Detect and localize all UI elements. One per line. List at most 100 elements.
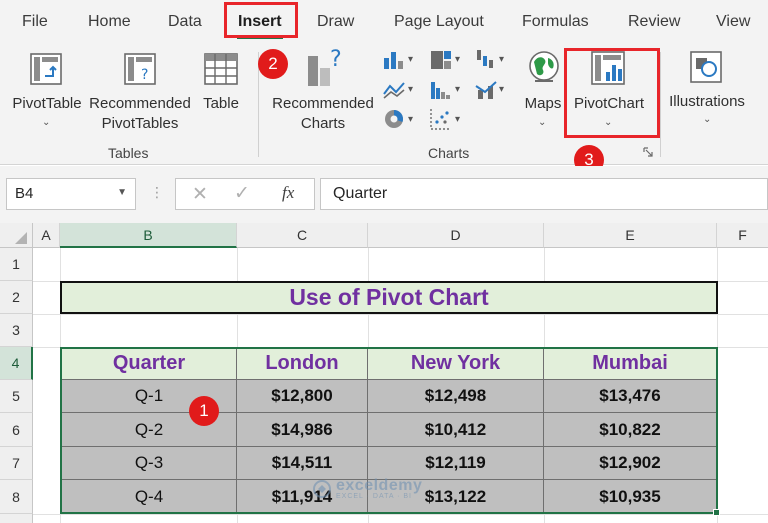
enter-icon[interactable]: ✓ (234, 182, 250, 205)
tab-view[interactable]: View (716, 13, 750, 31)
table-header-cell[interactable]: Quarter (62, 347, 237, 380)
chevron-down-icon: ▾ (499, 54, 505, 65)
combo-chart-icon (475, 81, 497, 99)
sheet-title[interactable]: Use of Pivot Chart (60, 281, 718, 314)
formula-controls: ✕ ✓ fx (175, 178, 315, 210)
illustrations-label: Illustrations (669, 93, 745, 110)
ribbon-tab-bar: File Home Data Insert Draw Page Layout F… (0, 0, 768, 42)
column-header-b[interactable]: B (60, 223, 237, 248)
table-cell[interactable]: $12,902 (544, 447, 717, 480)
table-cell[interactable]: $10,822 (544, 413, 717, 447)
exceldemy-watermark: exceldemy EXCEL · DATA · BI (313, 478, 422, 500)
recommended-pivottables-label-2: PivotTables (101, 115, 179, 132)
svg-text:?: ? (330, 48, 342, 72)
table-cell[interactable]: Q-3 (62, 447, 237, 480)
column-header-d[interactable]: D (368, 223, 544, 248)
gridline (33, 314, 768, 315)
step-marker-2: 2 (258, 49, 288, 79)
hierarchy-chart-icon (431, 51, 451, 69)
worksheet-grid: A B C D E F 1 2 3 4 5 6 7 8 Use of Pivot… (0, 223, 768, 523)
waterfall-chart-icon (477, 50, 493, 68)
gridline (33, 514, 768, 515)
column-header-e[interactable]: E (544, 223, 717, 248)
recommended-charts-icon: ? (308, 48, 342, 86)
recommended-pivottables-label-1: Recommended (89, 95, 191, 112)
pivotchart-highlight (564, 48, 660, 138)
watermark-tagline: EXCEL · DATA · BI (336, 493, 412, 500)
chevron-down-icon: ▾ (408, 54, 414, 65)
name-box-value: B4 (15, 185, 34, 202)
row-header-1[interactable]: 1 (0, 248, 33, 281)
formula-input[interactable]: Quarter (320, 178, 768, 210)
table-cell[interactable]: $14,511 (237, 447, 368, 480)
row-header-7[interactable]: 7 (0, 447, 33, 480)
grip-icon: ⋮ (150, 184, 164, 200)
tab-page-layout[interactable]: Page Layout (394, 13, 484, 31)
tab-review[interactable]: Review (628, 13, 680, 31)
row-header-5[interactable]: 5 (0, 380, 33, 413)
pivottable-icon (30, 53, 62, 85)
row-header-2[interactable]: 2 (0, 281, 33, 314)
tab-file[interactable]: File (22, 13, 48, 31)
chevron-down-icon: ▾ (408, 84, 414, 95)
select-all-triangle-icon (15, 232, 27, 244)
column-header-c[interactable]: C (237, 223, 368, 248)
tab-data[interactable]: Data (168, 13, 202, 31)
chevron-down-icon: ▾ (408, 114, 414, 125)
column-header-a[interactable]: A (33, 223, 60, 248)
recommended-charts-label-1: Recommended (272, 95, 374, 112)
table-label: Table (203, 95, 239, 112)
chevron-down-icon: ⌄ (538, 117, 547, 128)
tab-draw[interactable]: Draw (317, 13, 354, 31)
column-chart-icon (384, 52, 403, 69)
formula-bar: B4 ▼ ⋮ ✕ ✓ fx Quarter (0, 166, 768, 223)
table-header-cell[interactable]: London (237, 347, 368, 380)
column-header-f[interactable]: F (717, 223, 768, 248)
svg-text:?: ? (141, 67, 148, 83)
insert-tab-highlight (224, 2, 298, 38)
recommended-pivottables-icon: ? (124, 53, 156, 85)
table-cell[interactable]: $12,800 (237, 380, 368, 413)
name-box[interactable]: B4 ▼ (6, 178, 136, 210)
row-header-3[interactable]: 3 (0, 314, 33, 347)
insert-function-icon[interactable]: fx (282, 183, 294, 203)
scatter-chart-icon (430, 109, 451, 130)
exceldemy-logo-icon (313, 480, 331, 498)
chevron-down-icon[interactable]: ▼ (117, 187, 127, 198)
chevron-down-icon: ▾ (499, 84, 505, 95)
tab-formulas[interactable]: Formulas (522, 13, 589, 31)
pivottable-label: PivotTable (12, 95, 82, 112)
pie-chart-icon (385, 109, 404, 128)
chevron-down-icon: ⌄ (42, 117, 51, 128)
dialog-launcher-icon[interactable] (643, 147, 654, 158)
statistic-chart-icon (431, 82, 450, 99)
table-icon (204, 53, 238, 85)
chevron-down-icon: ▾ (455, 84, 461, 95)
step-marker-1: 1 (189, 396, 219, 426)
globe-icon (529, 51, 559, 82)
maps-label: Maps (524, 95, 562, 112)
line-chart-icon (383, 82, 405, 99)
row-header-6[interactable]: 6 (0, 413, 33, 447)
table-header-cell[interactable]: Mumbai (544, 347, 717, 380)
cancel-icon[interactable]: ✕ (192, 183, 208, 206)
tab-home[interactable]: Home (88, 13, 131, 31)
row-header-9[interactable] (0, 514, 33, 523)
group-label-charts: Charts (428, 145, 470, 161)
select-all-corner[interactable] (0, 223, 33, 248)
ribbon-divider (660, 52, 661, 157)
table-header-cell[interactable]: New York (368, 347, 544, 380)
table-cell[interactable]: Q-4 (62, 480, 237, 514)
row-header-8[interactable]: 8 (0, 480, 33, 514)
table-cell[interactable]: $12,119 (368, 447, 544, 480)
chevron-down-icon: ▾ (455, 114, 461, 125)
fill-handle[interactable] (713, 509, 720, 516)
table-cell[interactable]: $10,412 (368, 413, 544, 447)
watermark-name: exceldemy (336, 477, 423, 494)
table-cell[interactable]: $12,498 (368, 380, 544, 413)
table-cell[interactable]: $13,476 (544, 380, 717, 413)
row-header-4[interactable]: 4 (0, 347, 33, 380)
table-cell[interactable]: $10,935 (544, 480, 717, 514)
table-cell[interactable]: $14,986 (237, 413, 368, 447)
group-label-tables: Tables (108, 145, 149, 161)
